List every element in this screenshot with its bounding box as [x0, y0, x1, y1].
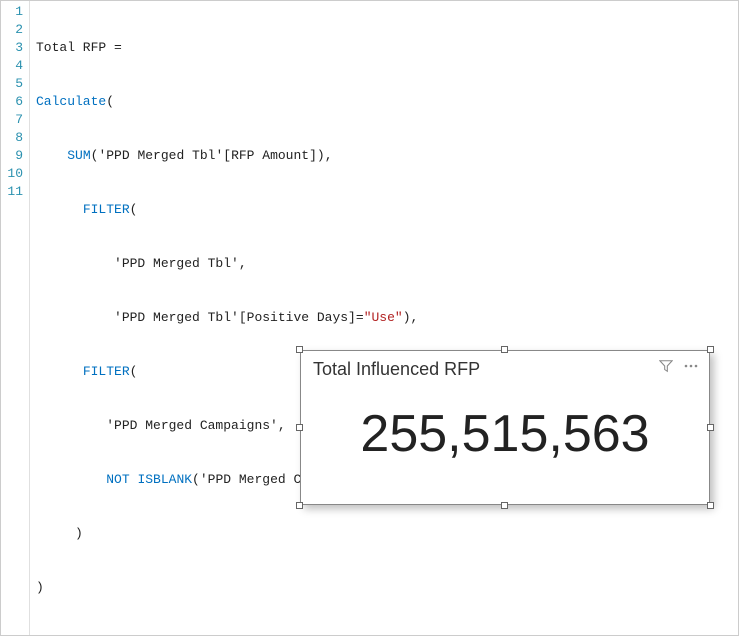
line-num: 8: [5, 129, 23, 147]
resize-handle[interactable]: [296, 346, 303, 353]
line-num: 5: [5, 75, 23, 93]
filter-icon[interactable]: [659, 359, 673, 373]
card-title: Total Influenced RFP: [313, 359, 697, 380]
resize-handle[interactable]: [707, 502, 714, 509]
resize-handle[interactable]: [296, 424, 303, 431]
visual-card-container[interactable]: Total Influenced RFP 255,515,563: [300, 350, 710, 505]
code-line: Total RFP =: [36, 39, 732, 57]
code-line: FILTER(: [36, 201, 732, 219]
code-line: SUM('PPD Merged Tbl'[RFP Amount]),: [36, 147, 732, 165]
line-num: 2: [5, 21, 23, 39]
card-value: 255,515,563: [313, 404, 697, 464]
line-num: 7: [5, 111, 23, 129]
resize-handle[interactable]: [296, 502, 303, 509]
code-area[interactable]: Total RFP = Calculate( SUM('PPD Merged T…: [30, 1, 738, 635]
more-options-icon[interactable]: [683, 359, 699, 373]
resize-handle[interactable]: [501, 502, 508, 509]
code-line: ): [36, 525, 732, 543]
code-line: Calculate(: [36, 93, 732, 111]
line-num: 3: [5, 39, 23, 57]
line-num: 6: [5, 93, 23, 111]
line-num: 1: [5, 3, 23, 21]
line-num: 11: [5, 183, 23, 201]
line-num: 10: [5, 165, 23, 183]
resize-handle[interactable]: [707, 424, 714, 431]
code-line: 'PPD Merged Tbl',: [36, 255, 732, 273]
line-num: 9: [5, 147, 23, 165]
resize-handle[interactable]: [707, 346, 714, 353]
line-num: 4: [5, 57, 23, 75]
line-gutter: 1 2 3 4 5 6 7 8 9 10 11: [1, 1, 30, 635]
resize-handle[interactable]: [501, 346, 508, 353]
formula-editor[interactable]: 1 2 3 4 5 6 7 8 9 10 11 Total RFP = Calc…: [0, 0, 739, 636]
code-line: ): [36, 579, 732, 597]
kpi-card[interactable]: Total Influenced RFP 255,515,563: [300, 350, 710, 505]
code-line: 'PPD Merged Tbl'[Positive Days]="Use"),: [36, 309, 732, 327]
